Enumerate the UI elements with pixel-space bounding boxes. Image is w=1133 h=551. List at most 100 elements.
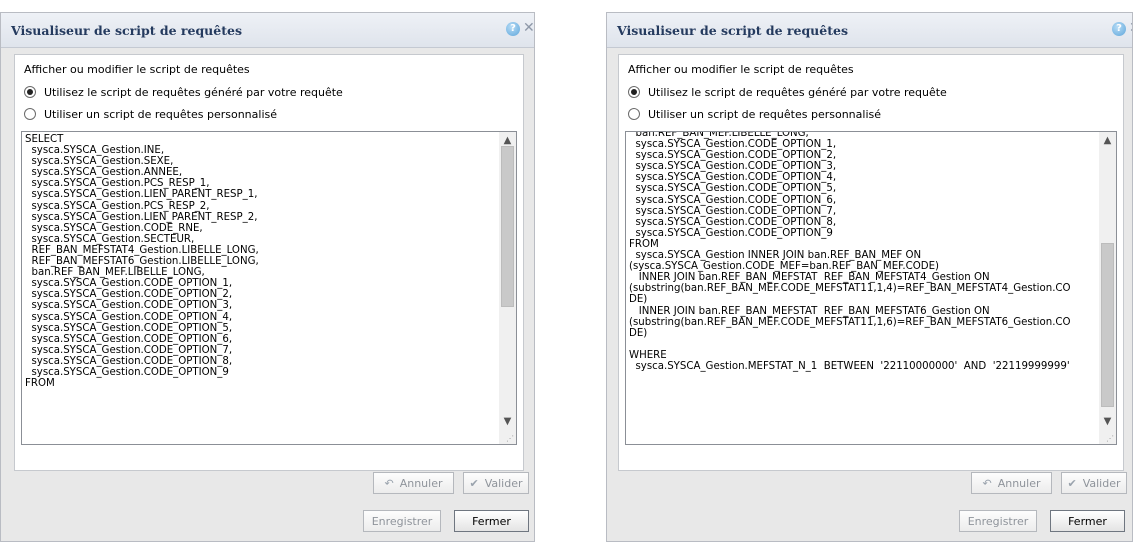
script-text: ban.REF_BAN_MEF.LIBELLE_LONG, sysca.SYSC… [629,131,1090,372]
scroll-down-icon[interactable]: ▼ [1099,413,1116,430]
script-line: sysca.SYSCA_Gestion.LIEN_PARENT_RESP_1, [25,189,258,201]
script-line: (substring(ban.REF_BAN_MEF.CODE_MEFSTAT1… [629,316,1071,328]
validate-icon: ✔ [1067,476,1077,490]
validate-button[interactable]: ✔ Valider [463,472,529,494]
validate-icon: ✔ [469,476,479,490]
help-icon[interactable]: ? [1112,22,1126,36]
option-custom-label: Utiliser un script de requêtes personnal… [648,107,881,121]
script-line: DE) [629,294,648,306]
script-text: SELECT sysca.SYSCA_Gestion.INE, sysca.SY… [25,134,490,389]
validate-button-label: Valider [484,476,523,490]
dialog-titlebar[interactable]: Visualiseur de script de requêtes ? ✕ [1,13,534,48]
scroll-down-icon[interactable]: ▼ [499,413,516,430]
option-custom-label: Utiliser un script de requêtes personnal… [44,107,277,121]
script-line: sysca.SYSCA_Gestion.SEXE, [25,156,174,168]
save-button[interactable]: Enregistrer [363,510,441,532]
script-line: sysca.SYSCA_Gestion.CODE_OPTION_4, [629,172,837,184]
script-panel: Afficher ou modifier le script de requêt… [14,54,524,471]
script-line: (sysca.SYSCA_Gestion.CODE_MEF=ban.REF_BA… [629,261,940,273]
option-custom-script[interactable]: Utiliser un script de requêtes personnal… [24,106,277,122]
option-generated-label: Utilisez le script de requêtes généré pa… [44,85,343,99]
script-line: sysca.SYSCA_Gestion INNER JOIN ban.REF_B… [629,250,922,262]
script-line: sysca.SYSCA_Gestion.CODE_OPTION_6, [25,333,233,345]
script-line: sysca.SYSCA_Gestion.CODE_OPTION_1, [629,139,837,151]
script-panel: Afficher ou modifier le script de requêt… [618,54,1124,471]
script-line: sysca.SYSCA_Gestion.PCS_RESP_2, [25,200,210,212]
script-line: sysca.SYSCA_Gestion.CODE_OPTION_8, [25,355,233,367]
script-line: sysca.SYSCA_Gestion.CODE_OPTION_5, [629,183,837,195]
script-line: sysca.SYSCA_Gestion.CODE_OPTION_7, [25,344,233,356]
script-line: sysca.SYSCA_Gestion.LIEN_PARENT_RESP_2, [25,211,258,223]
radio-custom[interactable] [24,108,36,120]
help-icon[interactable]: ? [506,22,520,36]
resize-grip-icon[interactable]: ⋰ [506,434,514,443]
radio-custom[interactable] [628,108,640,120]
undo-icon: ↶ [384,476,394,490]
close-button[interactable]: Fermer [454,510,529,532]
script-line: sysca.SYSCA_Gestion.ANNEE, [25,167,183,179]
option-custom-script[interactable]: Utiliser un script de requêtes personnal… [628,106,881,122]
cancel-button-label: Annuler [399,476,443,490]
script-line: sysca.SYSCA_Gestion.CODE_OPTION_1, [25,278,233,290]
script-line: sysca.SYSCA_Gestion.CODE_OPTION_9 [25,366,229,378]
script-line: sysca.SYSCA_Gestion.CODE_OPTION_5, [25,322,233,334]
cancel-button[interactable]: ↶ Annuler [373,472,454,494]
scrollbar-thumb[interactable] [501,146,514,307]
script-line: SELECT [25,134,64,145]
script-line: ban.REF_BAN_MEF.LIBELLE_LONG, [629,131,809,139]
save-button[interactable]: Enregistrer [959,510,1037,532]
script-line: sysca.SYSCA_Gestion.CODE_OPTION_6, [629,194,837,206]
script-line: sysca.SYSCA_Gestion.CODE_OPTION_4, [25,311,233,323]
option-generated-label: Utilisez le script de requêtes généré pa… [648,85,947,99]
script-textarea[interactable]: ban.REF_BAN_MEF.LIBELLE_LONG, sysca.SYSC… [625,131,1117,445]
query-script-viewer-dialog: Visualiseur de script de requêtes ? ✕ Af… [0,12,535,542]
script-line: FROM [25,378,55,390]
save-button-label: Enregistrer [371,514,433,528]
script-textarea[interactable]: SELECT sysca.SYSCA_Gestion.INE, sysca.SY… [21,131,517,445]
script-line: sysca.SYSCA_Gestion.INE, [25,145,165,157]
close-icon[interactable]: ✕ [523,20,534,36]
script-line: sysca.SYSCA_Gestion.CODE_OPTION_8, [629,216,837,228]
script-line: INNER JOIN ban.REF_BAN_MEFSTAT REF_BAN_M… [629,272,990,284]
script-line: FROM [629,238,659,250]
dialog-title: Visualiseur de script de requêtes [617,23,848,38]
undo-icon: ↶ [982,476,992,490]
save-button-label: Enregistrer [967,514,1029,528]
option-generated-script[interactable]: Utilisez le script de requêtes généré pa… [628,84,947,100]
scroll-up-icon[interactable]: ▲ [1099,132,1116,149]
script-line: sysca.SYSCA_Gestion.CODE_OPTION_3, [629,161,837,173]
script-line: WHERE [629,349,667,361]
radio-generated[interactable] [628,86,640,98]
script-line: sysca.SYSCA_Gestion.CODE_OPTION_3, [25,300,233,312]
script-line: sysca.SYSCA_Gestion.CODE_OPTION_2, [25,289,233,301]
close-icon[interactable]: ✕ [1129,20,1132,36]
close-button[interactable]: Fermer [1050,510,1125,532]
script-line: REF_BAN_MEFSTAT6_Gestion.LIBELLE_LONG, [25,256,259,268]
validate-button[interactable]: ✔ Valider [1061,472,1127,494]
validate-button-label: Valider [1082,476,1121,490]
vertical-scrollbar[interactable]: ▲ ▼ [499,132,516,444]
resize-grip-icon[interactable]: ⋰ [1106,434,1114,443]
script-line: sysca.SYSCA_Gestion.CODE_RNE, [25,222,203,234]
scrollbar-thumb[interactable] [1101,243,1114,407]
panel-heading: Afficher ou modifier le script de requêt… [628,63,854,76]
close-button-label: Fermer [472,514,511,528]
script-line: DE) [629,327,648,339]
panel-heading: Afficher ou modifier le script de requêt… [24,63,250,76]
script-line: ban.REF_BAN_MEF.LIBELLE_LONG, [25,267,205,279]
script-line: sysca.SYSCA_Gestion.PCS_RESP_1, [25,178,210,190]
script-line: sysca.SYSCA_Gestion.SECTEUR, [25,233,195,245]
script-line: sysca.SYSCA_Gestion.MEFSTAT_N_1 BETWEEN … [629,360,1070,372]
option-generated-script[interactable]: Utilisez le script de requêtes généré pa… [24,84,343,100]
radio-generated[interactable] [24,86,36,98]
close-button-label: Fermer [1068,514,1107,528]
script-line: REF_BAN_MEFSTAT4_Gestion.LIBELLE_LONG, [25,244,259,256]
query-script-viewer-dialog: Visualiseur de script de requêtes ? ✕ Af… [606,12,1133,542]
dialog-titlebar[interactable]: Visualiseur de script de requêtes ? ✕ [607,13,1132,48]
vertical-scrollbar[interactable]: ▲ ▼ [1099,132,1116,444]
cancel-button[interactable]: ↶ Annuler [971,472,1052,494]
script-line [629,339,1090,350]
dialog-title: Visualiseur de script de requêtes [11,23,242,38]
script-line: sysca.SYSCA_Gestion.CODE_OPTION_2, [629,150,837,162]
script-line: sysca.SYSCA_Gestion.CODE_OPTION_9 [629,227,833,239]
